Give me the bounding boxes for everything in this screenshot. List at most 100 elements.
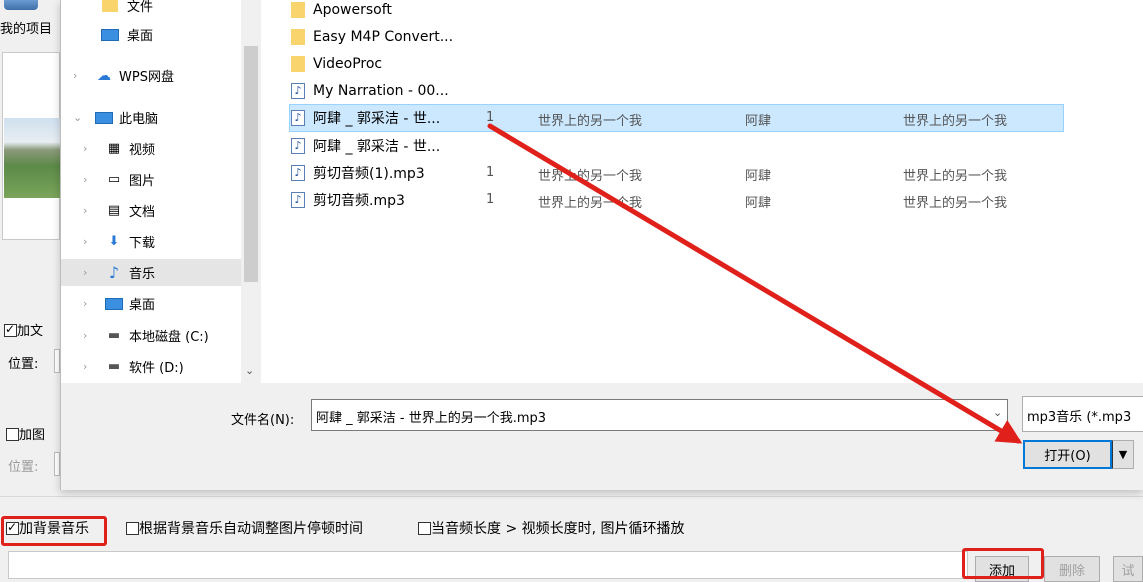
loop-checkbox[interactable] (418, 522, 431, 535)
chevron-right-icon[interactable]: › (83, 266, 87, 279)
list-item[interactable]: Easy M4P Convert... (291, 23, 453, 50)
nav-item-videos[interactable]: › ▦ 视频 (61, 135, 241, 162)
chevron-right-icon[interactable]: › (83, 142, 87, 155)
folder-icon (101, 0, 119, 14)
file-name: 剪切音频.mp3 (313, 192, 405, 209)
pictures-icon: ▭ (107, 172, 121, 187)
chevron-right-icon[interactable]: › (83, 329, 87, 342)
list-item[interactable]: ♪ 剪切音频(1).mp3 1 世界上的另一个我 阿肆 世界上的另一个我 (291, 159, 1061, 186)
file-name: VideoProc (313, 55, 383, 72)
loop-label-gt: > (505, 521, 518, 537)
document-icon: ▤ (107, 203, 121, 218)
chevron-right-icon[interactable]: › (83, 204, 87, 217)
drive-icon: ▬ (107, 359, 121, 374)
open-file-dialog: 文件 桌面 › ☁ WPS网盘 ⌄ 此电脑 › ▦ 视频 › ▭ 图片 › ▤ (60, 0, 1143, 490)
track-title: 世界上的另一个我 (538, 114, 643, 129)
project-icon[interactable] (4, 0, 38, 10)
add-text-checkbox-row[interactable]: 加文 (4, 320, 43, 339)
open-dropdown-icon[interactable]: ▼ (1112, 440, 1134, 469)
file-name: Easy M4P Convert... (313, 28, 454, 45)
nav-item-music[interactable]: › ♪ 音乐 (61, 259, 241, 286)
video-icon: ▦ (107, 141, 121, 156)
chevron-right-icon[interactable]: › (83, 360, 87, 373)
add-text-label: 加文 (17, 324, 44, 339)
list-item[interactable]: Apowersoft (291, 0, 392, 23)
nav-item-pictures[interactable]: › ▭ 图片 (61, 166, 241, 193)
auto-adjust-label: 根据背景音乐自动调整图片停顿时间 (139, 521, 363, 537)
project-label: 我的项目 (0, 22, 53, 37)
track-title: 世界上的另一个我 (538, 169, 643, 184)
try-button[interactable]: 试 (1113, 556, 1143, 582)
nav-item-label: 视频 (129, 143, 156, 158)
chevron-down-icon[interactable]: ⌄ (993, 406, 1002, 419)
add-image-checkbox-row[interactable]: 加图 (6, 424, 45, 443)
nav-item-drive-c[interactable]: › ▬ 本地磁盘 (C:) (61, 322, 241, 349)
music-icon: ♪ (108, 263, 120, 282)
track-album: 世界上的另一个我 (903, 196, 1008, 211)
track-album: 世界上的另一个我 (903, 169, 1008, 184)
auto-adjust-checkbox[interactable] (126, 522, 139, 535)
highlight-add-button (962, 548, 1044, 579)
nav-item-label: 本地磁盘 (C:) (129, 330, 209, 345)
track-title: 世界上的另一个我 (538, 196, 643, 211)
position-label-2: 位置: (8, 460, 39, 475)
nav-item-label: 文档 (129, 205, 156, 220)
track-number: 1 (486, 165, 495, 180)
chevron-right-icon[interactable]: › (83, 235, 87, 248)
chevron-right-icon[interactable]: › (83, 297, 87, 310)
drive-icon: ▬ (107, 328, 121, 343)
nav-item-wps-cloud[interactable]: › ☁ WPS网盘 (61, 62, 241, 89)
file-name: 阿肆 _ 郭采洁 - 世... (313, 138, 441, 155)
add-text-checkbox[interactable] (4, 322, 17, 337)
add-image-label: 加图 (19, 428, 46, 443)
music-file-icon: ♪ (291, 191, 305, 208)
highlight-add-music (1, 516, 107, 546)
chevron-right-icon[interactable]: › (83, 173, 87, 186)
track-number: 1 (486, 110, 495, 125)
list-item[interactable]: ♪ My Narration - 00... (291, 77, 449, 104)
loop-label-b: 视频长度时, 图片循环播放 (521, 521, 685, 537)
cloud-icon: ☁ (97, 67, 111, 84)
music-file-icon: ♪ (291, 109, 305, 126)
music-file-icon: ♪ (291, 137, 305, 154)
add-image-checkbox[interactable] (6, 428, 19, 441)
track-artist: 阿肆 (745, 196, 772, 211)
nav-item-files[interactable]: 文件 (61, 0, 241, 19)
nav-scrollbar-thumb[interactable] (244, 46, 258, 282)
list-item[interactable]: ♪ 阿肆 _ 郭采洁 - 世... (291, 132, 440, 159)
list-item[interactable]: VideoProc (291, 50, 382, 77)
music-file-icon: ♪ (291, 164, 305, 181)
file-type-filter[interactable]: mp3音乐 (*.mp3 (1022, 396, 1143, 432)
list-item[interactable]: ♪ 剪切音频.mp3 1 世界上的另一个我 阿肆 世界上的另一个我 (291, 186, 1061, 213)
open-button[interactable]: 打开(O) (1023, 440, 1112, 469)
loop-row[interactable]: 当音频长度 > 视频长度时, 图片循环播放 (418, 518, 685, 538)
nav-item-label: 此电脑 (119, 112, 159, 127)
nav-item-label: 桌面 (127, 29, 154, 44)
auto-adjust-row[interactable]: 根据背景音乐自动调整图片停顿时间 (126, 518, 363, 538)
delete-button[interactable]: 删除 (1044, 556, 1100, 582)
nav-item-label: 下载 (129, 236, 156, 251)
loop-label-a: 当音频长度 (431, 521, 501, 537)
folder-icon (291, 55, 305, 72)
chevron-down-icon[interactable]: ⌄ (73, 111, 82, 124)
file-name: 剪切音频(1).mp3 (313, 165, 425, 182)
preview-image (4, 118, 60, 198)
track-number: 1 (486, 192, 495, 207)
music-file-icon: ♪ (291, 82, 305, 99)
highlight-marker (1021, 432, 1024, 435)
position-label: 位置: (8, 357, 39, 372)
nav-item-documents[interactable]: › ▤ 文档 (61, 197, 241, 224)
nav-item-drive-d[interactable]: › ▬ 软件 (D:) (61, 353, 241, 380)
nav-item-desktop-2[interactable]: › 桌面 (61, 290, 241, 317)
nav-item-this-pc[interactable]: ⌄ 此电脑 (61, 104, 241, 131)
scroll-down-icon[interactable]: ⌄ (245, 364, 254, 377)
chevron-right-icon[interactable]: › (73, 69, 77, 82)
download-icon: ⬇ (108, 234, 120, 249)
nav-item-downloads[interactable]: › ⬇ 下载 (61, 228, 241, 255)
list-item-selected[interactable]: ♪ 阿肆 _ 郭采洁 - 世... 1 世界上的另一个我 阿肆 世界上的另一个我 (291, 104, 1061, 131)
filename-input[interactable]: 阿肆 _ 郭采洁 - 世界上的另一个我.mp3 (311, 399, 1008, 431)
file-name: My Narration - 00... (313, 82, 449, 99)
music-list-input[interactable] (8, 551, 968, 579)
nav-item-label: 软件 (D:) (129, 361, 184, 376)
nav-item-desktop[interactable]: 桌面 (61, 21, 241, 48)
